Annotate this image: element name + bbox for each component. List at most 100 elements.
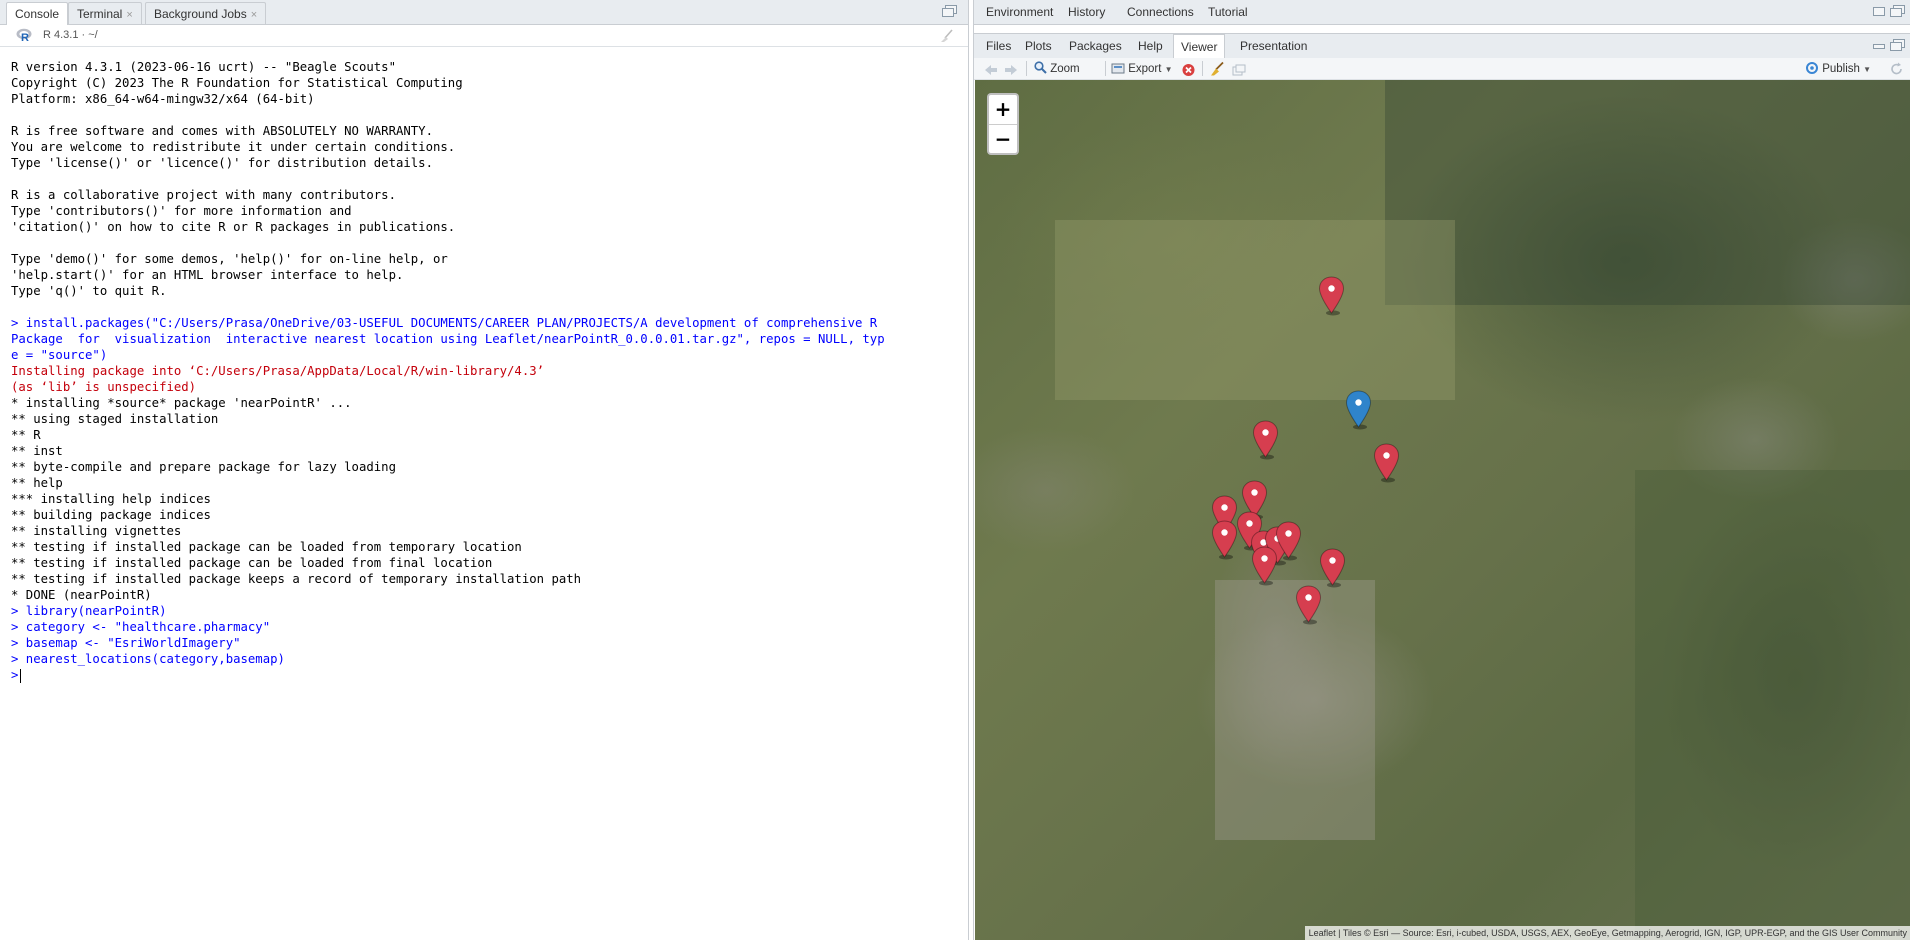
console-line: > nearest_locations(category,basemap) — [11, 652, 285, 666]
console-line: Copyright (C) 2023 The R Foundation for … — [11, 76, 463, 90]
refresh-icon[interactable] — [1889, 61, 1904, 77]
tab-label: Connections — [1127, 5, 1194, 19]
zoom-label: Zoom — [1050, 63, 1080, 75]
console-line: > install.packages("C:/Users/Prasa/OneDr… — [11, 316, 878, 330]
minimize-pane-icon[interactable] — [1872, 5, 1886, 17]
console-line: > category <- "healthcare.pharmacy" — [11, 620, 271, 634]
console-prompt[interactable]: > — [11, 667, 966, 683]
maximize-pane-icon[interactable] — [1890, 5, 1905, 17]
pharmacy-marker-icon[interactable] — [1275, 521, 1302, 561]
console-output[interactable]: R version 4.3.1 (2023-06-16 ucrt) -- "Be… — [11, 59, 966, 683]
tab-connections[interactable]: Connections — [1120, 0, 1201, 24]
close-icon[interactable]: × — [126, 9, 132, 21]
console-toolbar: R R 4.3.1 · ~/ — [0, 25, 968, 47]
right-top-tabbar: Environment History Connections Tutorial — [974, 0, 1910, 25]
pharmacy-marker-icon[interactable] — [1318, 276, 1345, 316]
prompt-symbol: > — [11, 668, 19, 682]
tab-label: Help — [1138, 39, 1163, 53]
console-line: 'help.start()' for an HTML browser inter… — [11, 268, 404, 282]
console-line: Type 'demo()' for some demos, 'help()' f… — [11, 252, 448, 266]
minimize-pane-icon[interactable] — [1872, 42, 1886, 54]
maximize-pane-icon[interactable] — [1890, 39, 1905, 51]
close-icon[interactable]: × — [251, 9, 257, 21]
console-line: R version 4.3.1 (2023-06-16 ucrt) -- "Be… — [11, 60, 396, 74]
tab-terminal[interactable]: Terminal × — [68, 2, 142, 24]
console-line: Installing package into ‘C:/Users/Prasa/… — [11, 364, 545, 378]
magnifier-icon — [1034, 61, 1047, 74]
console-line: ** using staged installation — [11, 412, 219, 426]
tab-label: Tutorial — [1208, 5, 1248, 19]
pharmacy-marker-icon[interactable] — [1211, 520, 1238, 560]
toolbar-divider — [1202, 61, 1203, 76]
leaflet-map[interactable]: + − Leaflet | Tiles © Esri — Source: Esr… — [975, 80, 1910, 940]
tab-console[interactable]: Console — [6, 2, 69, 25]
chevron-down-icon: ▼ — [1164, 65, 1173, 74]
publish-button[interactable]: Publish ▼ — [1805, 61, 1871, 77]
tab-plots[interactable]: Plots — [1018, 34, 1059, 58]
tab-environment[interactable]: Environment — [979, 0, 1060, 24]
svg-text:R: R — [21, 32, 29, 42]
console-line: ** R — [11, 428, 41, 442]
console-line: > basemap <- "EsriWorldImagery" — [11, 636, 241, 650]
pharmacy-marker-icon[interactable] — [1295, 585, 1322, 625]
console-line: You are welcome to redistribute it under… — [11, 140, 456, 154]
console-line: R is a collaborative project with many c… — [11, 188, 396, 202]
map-forest-area — [1635, 470, 1910, 940]
console-line: ** installing vignettes — [11, 524, 182, 538]
tab-label: Packages — [1069, 39, 1122, 53]
console-line: ** testing if installed package can be l… — [11, 540, 522, 554]
tab-files[interactable]: Files — [979, 34, 1018, 58]
user-location-marker-icon[interactable] — [1345, 390, 1372, 430]
console-line: *** installing help indices — [11, 492, 211, 506]
pharmacy-marker-icon[interactable] — [1252, 420, 1279, 460]
pharmacy-marker-icon[interactable] — [1373, 443, 1400, 483]
pharmacy-marker-icon[interactable] — [1251, 546, 1278, 586]
remove-viewer-icon[interactable] — [1182, 62, 1195, 78]
viewer-toolbar: Zoom Export ▼ Publish ▼ — [974, 58, 1910, 80]
console-line: > library(nearPointR) — [11, 604, 167, 618]
console-line: ** testing if installed package keeps a … — [11, 572, 582, 586]
tab-packages[interactable]: Packages — [1062, 34, 1129, 58]
zoom-in-button[interactable]: + — [989, 95, 1017, 124]
console-line: ** help — [11, 476, 63, 490]
console-line: * installing *source* package 'nearPoint… — [11, 396, 352, 410]
tab-help[interactable]: Help — [1131, 34, 1170, 58]
zoom-out-button[interactable]: − — [989, 124, 1017, 154]
clear-console-icon[interactable] — [938, 29, 954, 43]
console-line: Type 'license()' or 'licence()' for dist… — [11, 156, 433, 170]
console-line: Package for visualization interactive ne… — [11, 332, 885, 346]
viewer-pane: Environment History Connections Tutorial… — [973, 0, 1910, 940]
tab-tutorial[interactable]: Tutorial — [1201, 0, 1255, 24]
publish-label: Publish — [1822, 63, 1860, 75]
new-window-icon[interactable] — [1232, 62, 1246, 78]
tab-viewer[interactable]: Viewer — [1173, 34, 1226, 58]
console-line: (as ‘lib’ is unspecified) — [11, 380, 197, 394]
export-icon — [1111, 63, 1125, 74]
publish-icon — [1806, 62, 1818, 74]
forward-arrow-icon[interactable] — [1004, 62, 1018, 78]
pharmacy-marker-icon[interactable] — [1319, 548, 1346, 588]
console-line: 'citation()' on how to cite R or R packa… — [11, 220, 456, 234]
console-line: R is free software and comes with ABSOLU… — [11, 124, 433, 138]
tab-presentation[interactable]: Presentation — [1233, 34, 1314, 58]
console-line: ** building package indices — [11, 508, 211, 522]
maximize-pane-icon[interactable] — [942, 5, 957, 17]
tab-label: Presentation — [1240, 39, 1308, 53]
tab-history[interactable]: History — [1061, 0, 1112, 24]
r-version-path[interactable]: R 4.3.1 · ~/ — [43, 29, 98, 41]
zoom-button[interactable]: Zoom — [1034, 61, 1080, 77]
tab-background-jobs[interactable]: Background Jobs × — [145, 2, 267, 24]
tab-label: History — [1068, 5, 1106, 19]
right-bottom-tabbar: Files Plots Packages Help Viewer Present… — [974, 33, 1910, 59]
clear-broom-icon[interactable] — [1210, 61, 1225, 77]
console-pane: Console Terminal × Background Jobs × R R 4… — [0, 0, 969, 940]
console-line: ** byte-compile and prepare package for … — [11, 460, 396, 474]
tab-label: Viewer — [1181, 40, 1218, 54]
console-line: * DONE (nearPointR) — [11, 588, 152, 602]
export-button[interactable]: Export ▼ — [1111, 61, 1173, 77]
back-arrow-icon[interactable] — [984, 62, 998, 78]
map-attribution: Leaflet | Tiles © Esri — Source: Esri, i… — [1304, 926, 1910, 940]
